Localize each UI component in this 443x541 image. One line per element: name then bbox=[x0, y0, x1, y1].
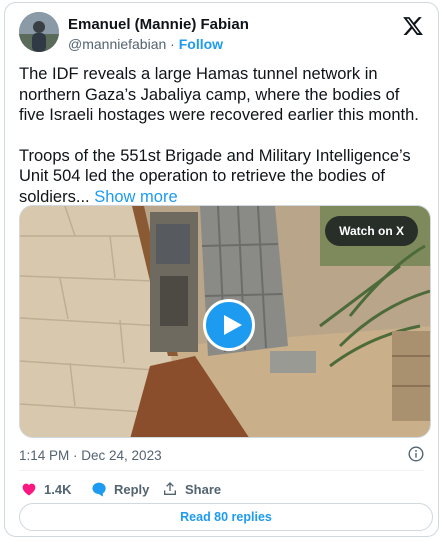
share-button[interactable]: Share bbox=[162, 480, 221, 498]
divider bbox=[19, 470, 424, 471]
tweet-text: The IDF reveals a large Hamas tunnel net… bbox=[19, 64, 429, 207]
share-icon bbox=[164, 482, 176, 495]
avatar[interactable] bbox=[19, 12, 59, 52]
share-label: Share bbox=[185, 481, 222, 497]
reply-bubble-icon bbox=[92, 482, 106, 497]
video-thumbnail[interactable]: Watch on X bbox=[19, 205, 431, 438]
tweet-paragraph-2: Troops of the 551st Brigade and Military… bbox=[19, 146, 429, 208]
author-handle[interactable]: @manniefabian bbox=[68, 36, 166, 52]
reply-button[interactable]: Reply bbox=[91, 480, 149, 498]
follow-button[interactable]: Follow bbox=[179, 36, 223, 52]
like-button[interactable]: 1.4K bbox=[21, 480, 71, 498]
read-replies-button[interactable]: Read 80 replies bbox=[19, 503, 433, 531]
x-logo-icon[interactable] bbox=[402, 15, 424, 37]
like-count: 1.4K bbox=[44, 481, 72, 497]
author-name[interactable]: Emanuel (Mannie) Fabian bbox=[68, 16, 249, 33]
heart-icon bbox=[22, 483, 36, 496]
author-handle-row: @manniefabian · Follow bbox=[68, 36, 223, 52]
tweet-paragraph-1: The IDF reveals a large Hamas tunnel net… bbox=[19, 65, 419, 124]
show-more-link[interactable]: Show more bbox=[94, 188, 177, 206]
watch-on-x-button[interactable]: Watch on X bbox=[325, 216, 418, 246]
tweet-card: Emanuel (Mannie) Fabian @manniefabian · … bbox=[4, 2, 439, 537]
play-button[interactable] bbox=[203, 299, 255, 351]
tweet-timestamp[interactable]: 1:14 PM · Dec 24, 2023 bbox=[19, 448, 162, 463]
info-icon[interactable] bbox=[408, 446, 424, 462]
reply-label: Reply bbox=[114, 481, 150, 497]
tweet-paragraph-2-text: Troops of the 551st Brigade and Military… bbox=[19, 146, 411, 206]
play-icon bbox=[224, 315, 242, 335]
handle-separator: · bbox=[170, 36, 175, 52]
